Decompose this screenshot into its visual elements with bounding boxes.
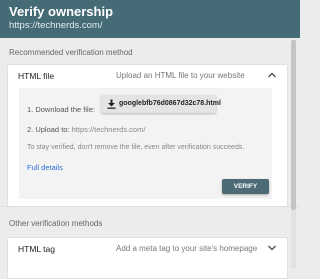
chevron-up-icon[interactable] <box>267 71 277 79</box>
upload-url: https://technerds.com/ <box>71 125 146 134</box>
method-description: Upload an HTML file to your website <box>116 71 245 80</box>
chevron-down-icon[interactable] <box>267 244 277 252</box>
download-filename: googlebfb76d0867d32c78.html <box>119 100 221 107</box>
upload-step: 2. Upload to: https://technerds.com/ <box>27 125 145 134</box>
html-tag-method-card: HTML tag Add a meta tag to your site's h… <box>7 237 288 279</box>
property-url: https://technerds.com/ <box>9 20 103 31</box>
page-title: Verify ownership <box>9 4 114 19</box>
verification-note: To stay verified, don't remove the file,… <box>27 144 245 151</box>
html-tag-method-header[interactable]: HTML tag Add a meta tag to your site's h… <box>8 238 287 258</box>
method-name: HTML file <box>18 71 55 81</box>
scrollbar-thumb[interactable] <box>291 40 296 210</box>
download-icon <box>107 99 116 109</box>
verify-button[interactable]: VERIFY <box>222 179 269 194</box>
upload-step-label: 2. Upload to: <box>27 125 70 134</box>
download-file-button[interactable]: googlebfb76d0867d32c78.html <box>101 95 221 113</box>
dialog-header: Verify ownership https://technerds.com/ <box>0 0 300 38</box>
scrollbar[interactable] <box>291 40 296 268</box>
other-section-label: Other verification methods <box>9 219 103 228</box>
download-step-label: 1. Download the file: <box>27 105 95 114</box>
html-file-method-header[interactable]: HTML file Upload an HTML file to your we… <box>8 65 287 85</box>
method-description: Add a meta tag to your site's homepage <box>116 244 258 253</box>
recommended-section-label: Recommended verification method <box>9 48 133 57</box>
full-details-link[interactable]: Full details <box>27 163 63 172</box>
method-name: HTML tag <box>18 244 56 254</box>
section-divider <box>0 206 300 207</box>
